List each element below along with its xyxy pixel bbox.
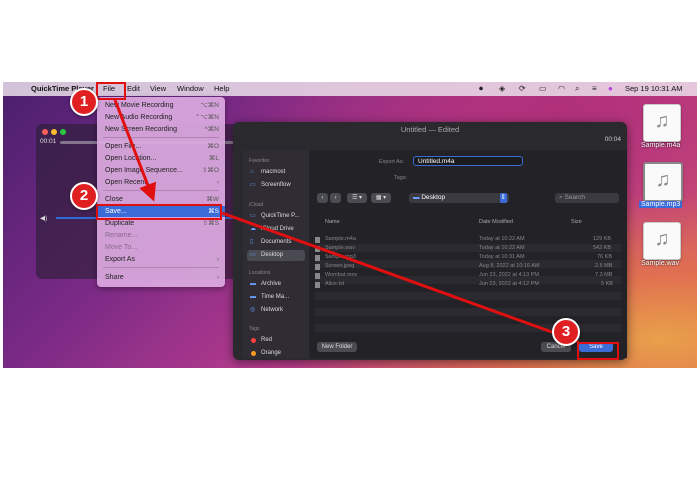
step-badge-3: 3 — [552, 318, 580, 346]
step-badge-1: 1 — [70, 88, 98, 116]
arrow-to-save-item — [113, 99, 157, 202]
annotation-arrows — [113, 99, 580, 345]
arrow-to-save-button — [221, 211, 580, 345]
step-badge-2: 2 — [70, 182, 98, 210]
